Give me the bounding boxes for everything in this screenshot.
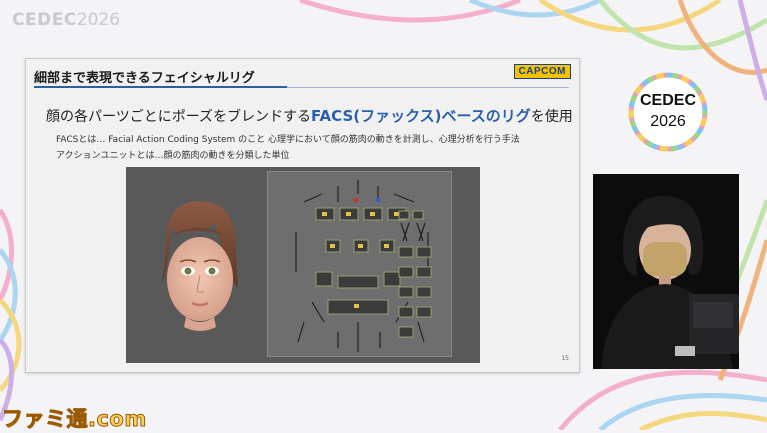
title-underline (34, 86, 287, 88)
badge-year: 2026 (650, 113, 686, 130)
slide-title: 細部まで表現できるフェイシャルリグ (34, 71, 255, 86)
side-controls (398, 210, 432, 338)
speaker-camera-feed (593, 174, 739, 369)
badge-brand: CEDEC (639, 92, 696, 109)
famitsu-watermark: ファミ通.com (2, 407, 147, 432)
action-unit-note: アクションユニットとは…顔の筋肉の動きを分類した単位 (56, 151, 290, 161)
headline-text: 顔の各パーツごとにポーズをブレンドする (46, 109, 312, 125)
headline-highlight: FACS(ファックス)ベースのリグ (311, 107, 531, 125)
face-render-image (162, 201, 238, 331)
slide-headline: 顔の各パーツごとにポーズをブレンドするFACS(ファックス)ベースのリグを使用 (46, 105, 573, 126)
headline-tail: を使用 (530, 109, 573, 125)
cedec-logo: CEDEC2026 (12, 10, 121, 30)
presentation-slide: 細部まで表現できるフェイシャルリグ CAPCOM 顔の各パーツごとにポーズをブレ… (25, 58, 580, 373)
title-rule (287, 87, 569, 88)
slide-page-number: 15 (561, 355, 569, 362)
rig-screenshot (126, 167, 480, 363)
capcom-logo: CAPCOM (513, 64, 571, 79)
cedec-badge: CEDEC 2026 (626, 70, 710, 154)
facs-note: FACSとは… Facial Action Coding System のこと … (56, 135, 520, 145)
speaker-image (593, 174, 739, 369)
